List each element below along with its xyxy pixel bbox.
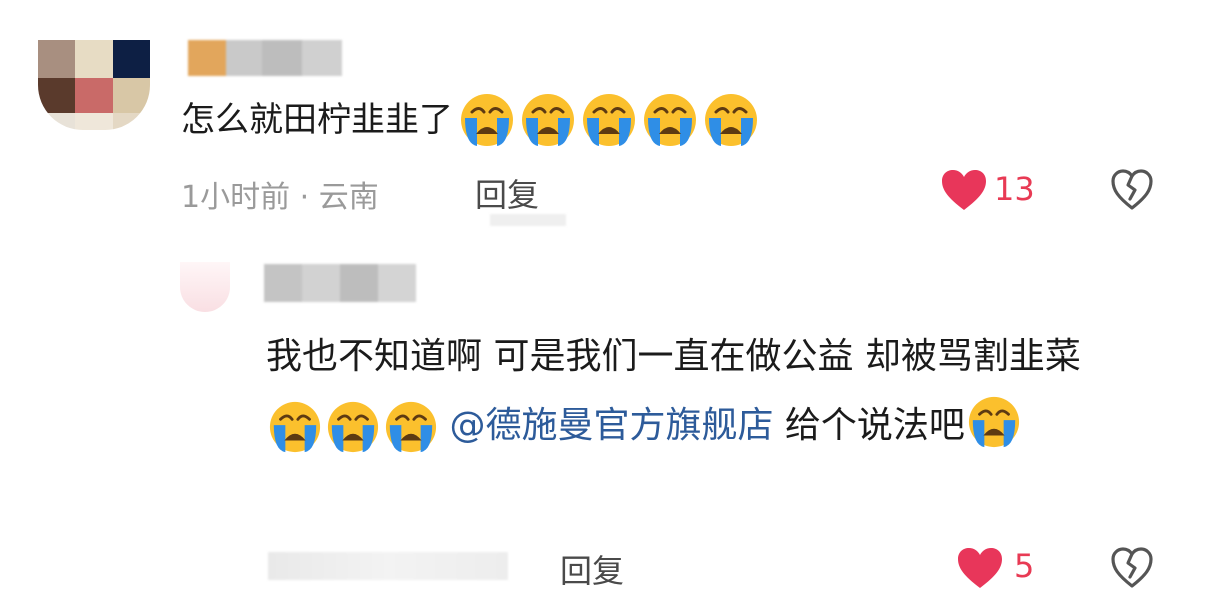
emoji-row — [459, 92, 759, 148]
reply-button[interactable]: 回复 — [560, 546, 624, 592]
reply-meta-blurred — [268, 552, 508, 580]
emoji-row — [268, 400, 438, 454]
loudly-crying-face-icon — [385, 401, 437, 453]
comment-meta: 1小时前 · 云南 — [181, 180, 379, 215]
loudly-crying-face-icon — [269, 401, 321, 453]
mention-link[interactable]: @德施曼官方旗舰店 — [449, 405, 773, 446]
username-blurred[interactable] — [264, 264, 416, 302]
reply-text: 我也不知道啊 可是我们一直在做公益 却被骂割韭菜 @德施曼官方旗舰店 给个说法吧 — [266, 322, 1166, 460]
avatar[interactable] — [38, 40, 150, 130]
heart-icon[interactable] — [940, 168, 988, 212]
broken-heart-icon[interactable] — [1110, 168, 1154, 212]
like-count: 5 — [1014, 547, 1035, 585]
reply-text-part2: 给个说法吧 — [773, 405, 965, 446]
loudly-crying-face-icon — [461, 94, 513, 146]
loudly-crying-face-icon — [583, 94, 635, 146]
loudly-crying-face-icon — [705, 94, 757, 146]
heart-icon[interactable] — [956, 546, 1004, 590]
username-blurred[interactable] — [188, 40, 342, 76]
reply-text-part1: 我也不知道啊 可是我们一直在做公益 却被骂割韭菜 — [266, 336, 1081, 377]
loudly-crying-face-icon — [968, 396, 1019, 448]
reply-button[interactable]: 回复 — [475, 170, 539, 216]
like-count: 13 — [994, 170, 1035, 208]
comment-text: 怎么就田柠韭韭了 — [181, 92, 759, 148]
comment-text-content: 怎么就田柠韭韭了 — [181, 100, 453, 140]
loudly-crying-face-icon — [522, 94, 574, 146]
broken-heart-icon[interactable] — [1110, 546, 1154, 590]
avatar[interactable] — [180, 262, 230, 312]
loudly-crying-face-icon — [644, 94, 696, 146]
loudly-crying-face-icon — [327, 401, 379, 453]
blurred-artifact — [490, 214, 566, 226]
